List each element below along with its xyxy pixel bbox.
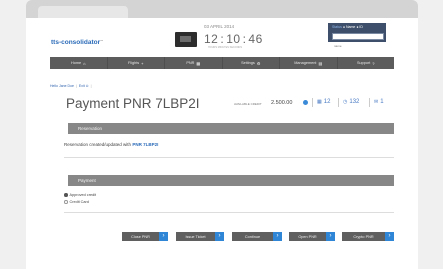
exit-link[interactable]: Exit ⊙ (79, 84, 89, 88)
plus-icon: + (141, 60, 144, 66)
user-status-label: Status (332, 25, 342, 29)
home-icon: ⌂ (83, 60, 86, 66)
chevron-right-icon: › (215, 232, 224, 241)
nav-item-label: Support (356, 61, 371, 65)
payment-option-approved-credit[interactable]: Approved credit (64, 193, 96, 197)
stat-messages[interactable]: ✉ 1 (374, 99, 384, 105)
question-icon: ? (372, 60, 375, 66)
browser-window: tts-consolidator™ 03 APRIL 2014 12:10:46… (26, 0, 418, 269)
nav-item-management[interactable]: Management ▤ (280, 57, 338, 69)
clock-graphic-icon (175, 32, 197, 47)
reservation-message: Reservation created/updated with PNR 7LB… (64, 142, 159, 147)
user-panel: Status ● Name ● ID (328, 23, 386, 49)
user-name: ● Name ● ID (342, 25, 363, 29)
credit-label: AVAILABLE CREDIT (234, 102, 262, 106)
nav-item-settings[interactable]: Settings ⚙ (223, 57, 280, 69)
current-date: 03 APRIL 2014 (204, 24, 235, 29)
chevron-right-icon: › (326, 232, 335, 241)
issue-ticket-button[interactable]: Issue Ticket › (176, 232, 224, 241)
user-field-wrap (332, 33, 384, 49)
payment-heading: Payment (68, 175, 394, 186)
main-nav: Home ⌂ Flights + PNR ▦ Settings ⚙ Management ▤ Sup… (50, 57, 394, 69)
crypto-pnr-button[interactable]: Crypto PNR › (342, 232, 394, 241)
stat-tickets[interactable]: ▦ 12 (317, 99, 330, 105)
clock-captions: HOURS MINUTES SECONDS (208, 46, 243, 49)
pnr-link[interactable]: PNR 7LBP2I (132, 142, 158, 147)
nav-item-support[interactable]: Support? (338, 57, 395, 69)
grid-icon: ▦ (317, 99, 322, 105)
reservation-heading: Reservation (68, 123, 394, 134)
close-pnr-button[interactable]: Close PNR › (122, 232, 168, 241)
grid-icon: ▦ (196, 60, 201, 66)
chevron-right-icon: › (273, 232, 282, 241)
nav-item-home[interactable]: Home ⌂ (50, 57, 108, 69)
chevron-right-icon: › (385, 232, 394, 241)
bars-icon: ▤ (318, 60, 323, 66)
nav-item-pnr[interactable]: PNR ▦ (165, 57, 223, 69)
digital-clock: 12:10:46 (204, 32, 263, 46)
info-icon[interactable] (303, 100, 308, 105)
chevron-right-icon: › (159, 232, 168, 241)
clock-icon: ◷ (343, 99, 348, 105)
mail-icon: ✉ (374, 99, 379, 105)
clock-hours: 12 (204, 32, 219, 46)
clock-seconds: 46 (248, 32, 263, 46)
breadcrumb: Hello Jane Doe | Exit ⊙ | (50, 84, 92, 88)
user-search-input[interactable] (333, 43, 383, 49)
open-pnr-button[interactable]: Open PNR › (289, 232, 335, 241)
nav-item-label: Flights (127, 61, 140, 65)
nav-item-flights[interactable]: Flights + (108, 57, 165, 69)
radio-unselected-icon[interactable] (64, 200, 68, 204)
page-body: tts-consolidator™ 03 APRIL 2014 12:10:46… (26, 18, 418, 269)
browser-chrome (26, 0, 418, 18)
nav-item-label: Home (70, 61, 82, 65)
page-title: Payment PNR 7LBP2I (66, 96, 200, 111)
section-divider (64, 212, 394, 213)
app-logo[interactable]: tts-consolidator™ (51, 39, 103, 46)
nav-item-label: PNR (186, 61, 195, 65)
greeting-link[interactable]: Hello Jane Doe (50, 84, 74, 88)
nav-item-label: Settings (241, 61, 255, 65)
section-divider (64, 157, 394, 158)
clock-minutes: 10 (226, 32, 241, 46)
browser-tab[interactable] (38, 6, 128, 18)
continue-button[interactable]: Continue › (232, 232, 282, 241)
payment-option-credit-card[interactable]: Credit Card (64, 200, 89, 204)
stat-pending[interactable]: ◷ 132 (343, 99, 359, 105)
credit-value: 2.500.00 (271, 100, 293, 106)
gear-icon: ⚙ (256, 60, 261, 66)
nav-item-label: Management (294, 61, 317, 65)
radio-selected-icon[interactable] (64, 193, 68, 197)
